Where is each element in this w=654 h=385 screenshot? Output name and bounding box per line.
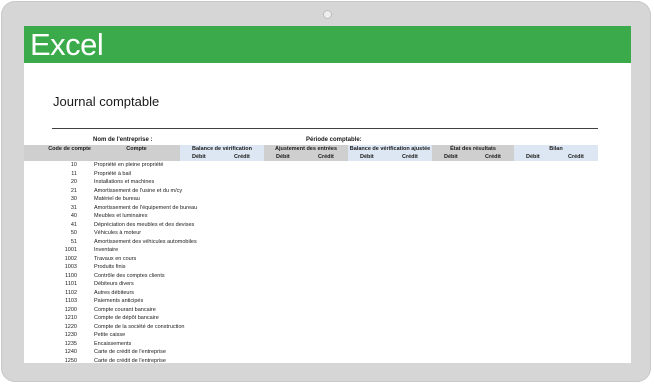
- account-code-cell[interactable]: 1240: [24, 349, 77, 355]
- account-code-cell[interactable]: 1220: [24, 324, 77, 330]
- table-header: Code de compte Compte Balance de vérific…: [24, 145, 631, 161]
- account-code-cell[interactable]: 30: [24, 196, 77, 202]
- account-name-cell[interactable]: Propriété à bail: [94, 171, 131, 177]
- account-name-cell[interactable]: Débiteurs divers: [94, 281, 134, 287]
- account-name-cell[interactable]: Petite caisse: [94, 332, 125, 338]
- table-row[interactable]: 1001 Inventaire: [24, 247, 631, 256]
- account-code-cell[interactable]: 1003: [24, 264, 77, 270]
- app-banner: Excel: [24, 26, 631, 63]
- account-name-cell[interactable]: Matériel de bureau: [94, 196, 140, 202]
- account-code-cell[interactable]: 1230: [24, 332, 77, 338]
- account-name-cell[interactable]: Amortissement de l'équipement de bureau: [94, 205, 197, 211]
- account-code-cell[interactable]: 1103: [24, 298, 77, 304]
- table-row[interactable]: 20 Installations et machines: [24, 179, 631, 188]
- table-row[interactable]: 1240 Carte de crédit de l'entreprise: [24, 349, 631, 358]
- company-label: Nom de l'entreprise :: [93, 137, 153, 143]
- table-row[interactable]: 1003 Produits finis: [24, 264, 631, 273]
- account-code-cell[interactable]: 10: [24, 162, 77, 168]
- account-name-cell[interactable]: Carte de crédit de l'entreprise: [94, 349, 166, 355]
- table-row[interactable]: 1101 Débiteurs divers: [24, 281, 631, 290]
- header-balance-sheet[interactable]: Bilan Débit Crédit: [514, 145, 598, 161]
- account-name-cell[interactable]: Travaux en cours: [94, 256, 136, 262]
- account-name-cell[interactable]: Compte de dépôt bancaire: [94, 315, 159, 321]
- header-income-statement[interactable]: État des résultats Débit Crédit: [432, 145, 514, 161]
- device-frame: Excel Journal comptable Nom de l'entrepr…: [1, 1, 651, 382]
- account-name-cell[interactable]: Meubles et luminaires: [94, 213, 148, 219]
- title-divider: [52, 128, 598, 129]
- table-row[interactable]: 1220 Compte de la société de construction: [24, 324, 631, 333]
- header-adjusting-entries[interactable]: Ajustement des entrées Débit Crédit: [264, 145, 348, 161]
- account-name-cell[interactable]: Compte courant bancaire: [94, 307, 156, 313]
- account-code-cell[interactable]: 1002: [24, 256, 77, 262]
- account-name-cell[interactable]: Véhicules à moteur: [94, 230, 141, 236]
- table-row[interactable]: 40 Meubles et luminaires: [24, 213, 631, 222]
- account-name-cell[interactable]: Carte de crédit de l'entreprise: [94, 358, 166, 364]
- account-name-cell[interactable]: Contrôle des comptes clients: [94, 273, 165, 279]
- table-row[interactable]: 30 Matériel de bureau: [24, 196, 631, 205]
- header-adjusted-trial-balance[interactable]: Balance de vérification ajustée Débit Cr…: [348, 145, 432, 161]
- table-row[interactable]: 1210 Compte de dépôt bancaire: [24, 315, 631, 324]
- account-code-cell[interactable]: 41: [24, 222, 77, 228]
- table-row[interactable]: 1002 Travaux en cours: [24, 256, 631, 265]
- account-name-cell[interactable]: Dépréciation des meubles et des devises: [94, 222, 194, 228]
- account-name-cell[interactable]: Amortissement de l'usine et du m/cy: [94, 188, 182, 194]
- account-name-cell[interactable]: Amortissement des véhicules automobiles: [94, 239, 197, 245]
- account-code-cell[interactable]: 51: [24, 239, 77, 245]
- table-row[interactable]: 1100 Contrôle des comptes clients: [24, 273, 631, 282]
- account-name-cell[interactable]: Autres débiteurs: [94, 290, 134, 296]
- account-name-cell[interactable]: Inventaire: [94, 247, 118, 253]
- table-row[interactable]: 1235 Encaissements: [24, 341, 631, 350]
- account-name-cell[interactable]: Compte de la société de construction: [94, 324, 185, 330]
- period-label: Période comptable:: [306, 137, 362, 143]
- table-row[interactable]: 1250 Carte de crédit de l'entreprise: [24, 358, 631, 364]
- account-code-cell[interactable]: 40: [24, 213, 77, 219]
- table-row[interactable]: 50 Véhicules à moteur: [24, 230, 631, 239]
- account-code-cell[interactable]: 1102: [24, 290, 77, 296]
- camera-icon: [323, 10, 332, 19]
- account-code-cell[interactable]: 11: [24, 171, 77, 177]
- account-code-cell[interactable]: 1235: [24, 341, 77, 347]
- header-trial-balance[interactable]: Balance de vérification Débit Crédit: [180, 145, 264, 161]
- table-row[interactable]: 1200 Compte courant bancaire: [24, 307, 631, 316]
- account-rows: 10 Propriété en pleine propriété 11 Proprié…: [24, 162, 631, 363]
- table-row[interactable]: 21 Amortissement de l'usine et du m/cy: [24, 188, 631, 197]
- header-account[interactable]: Compte: [93, 145, 180, 161]
- table-row[interactable]: 1103 Paiements anticipés: [24, 298, 631, 307]
- account-code-cell[interactable]: 1250: [24, 358, 77, 364]
- account-code-cell[interactable]: 1001: [24, 247, 77, 253]
- spreadsheet-screen: Excel Journal comptable Nom de l'entrepr…: [24, 26, 631, 363]
- table-row[interactable]: 11 Propriété à bail: [24, 171, 631, 180]
- account-name-cell[interactable]: Propriété en pleine propriété: [94, 162, 163, 168]
- account-code-cell[interactable]: 20: [24, 179, 77, 185]
- account-code-cell[interactable]: 1200: [24, 307, 77, 313]
- document-title: Journal comptable: [53, 94, 160, 109]
- table-row[interactable]: 1102 Autres débiteurs: [24, 290, 631, 299]
- account-code-cell[interactable]: 21: [24, 188, 77, 194]
- app-title: Excel: [30, 27, 104, 62]
- account-name-cell[interactable]: Installations et machines: [94, 179, 154, 185]
- account-code-cell[interactable]: 1210: [24, 315, 77, 321]
- table-row[interactable]: 41 Dépréciation des meubles et des devise…: [24, 222, 631, 231]
- account-name-cell[interactable]: Produits finis: [94, 264, 126, 270]
- table-row[interactable]: 51 Amortissement des véhicules automobile…: [24, 239, 631, 248]
- account-code-cell[interactable]: 1100: [24, 273, 77, 279]
- account-name-cell[interactable]: Encaissements: [94, 341, 131, 347]
- table-row[interactable]: 31 Amortissement de l'équipement de burea…: [24, 205, 631, 214]
- header-code[interactable]: Code de compte: [24, 145, 93, 161]
- account-code-cell[interactable]: 50: [24, 230, 77, 236]
- table-row[interactable]: 10 Propriété en pleine propriété: [24, 162, 631, 171]
- account-name-cell[interactable]: Paiements anticipés: [94, 298, 143, 304]
- account-code-cell[interactable]: 1101: [24, 281, 77, 287]
- table-row[interactable]: 1230 Petite caisse: [24, 332, 631, 341]
- account-code-cell[interactable]: 31: [24, 205, 77, 211]
